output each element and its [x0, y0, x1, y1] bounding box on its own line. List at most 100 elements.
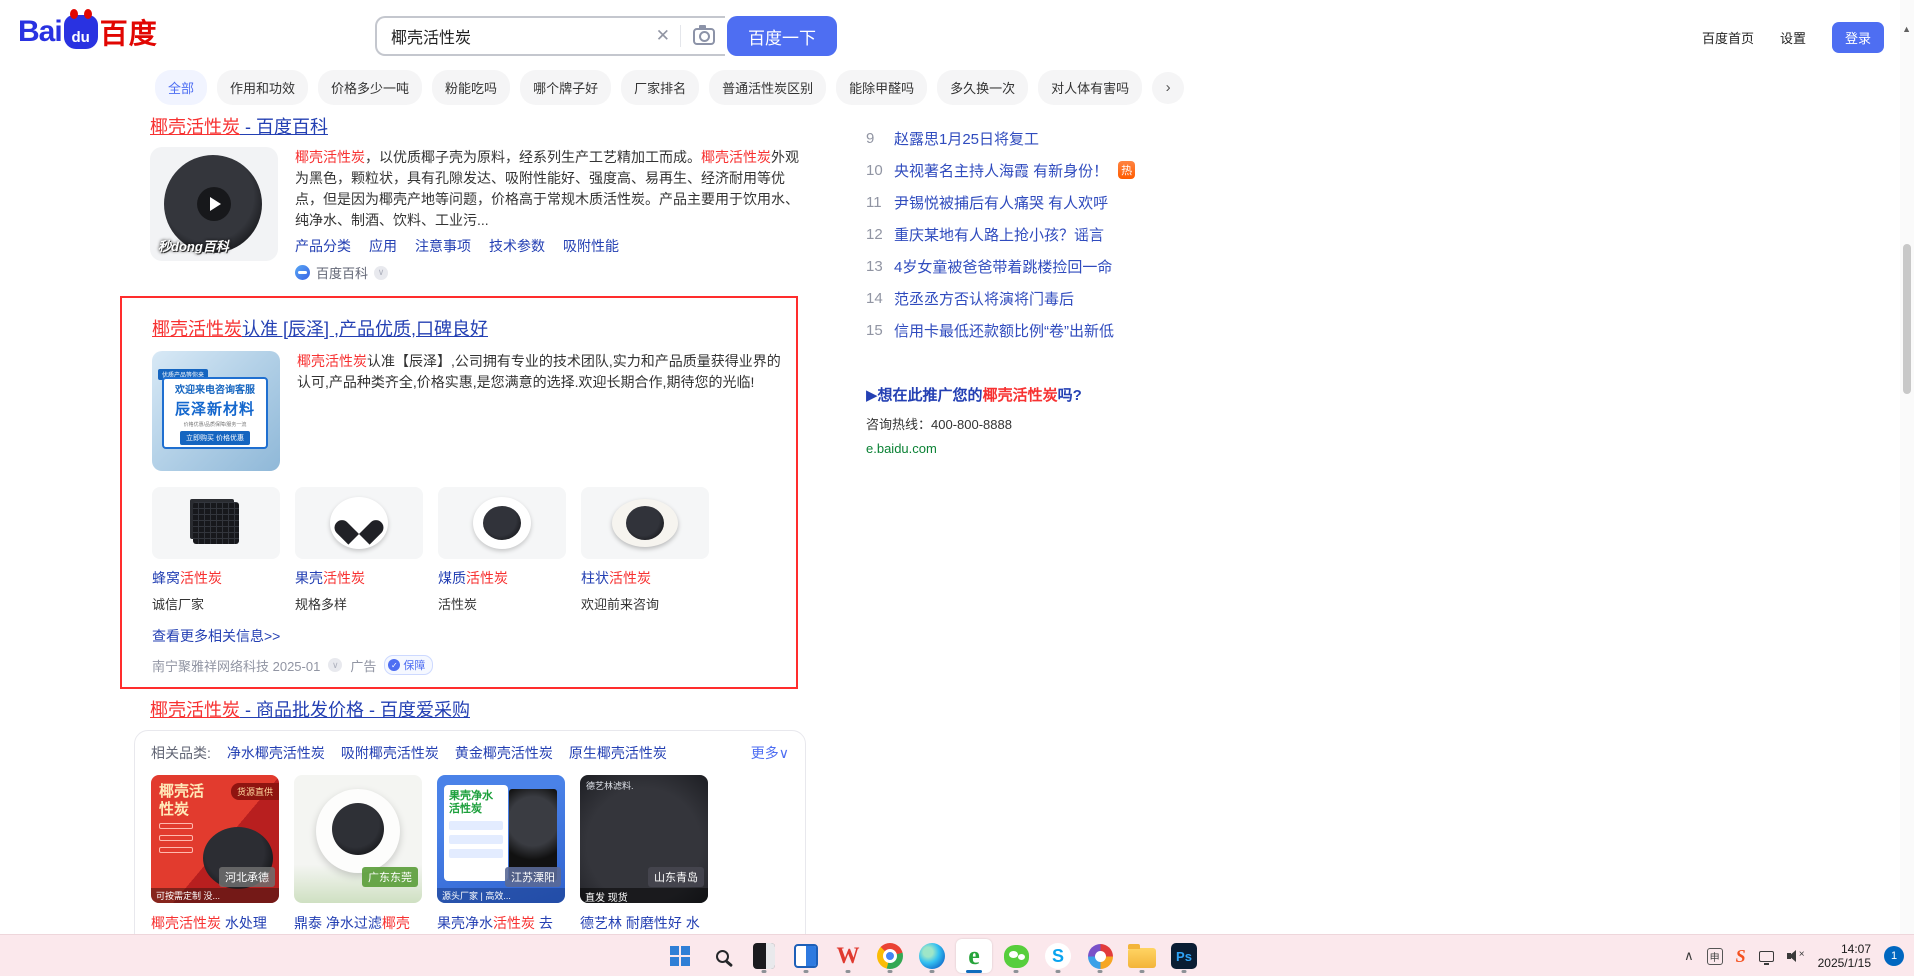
goods-card[interactable]: 广东东莞 鼎泰 净水过滤椰壳活性炭 多年经验 ...: [294, 775, 422, 956]
chevron-down-icon[interactable]: ∨: [374, 266, 388, 280]
guarantee-badge[interactable]: ✓ 保障: [384, 655, 433, 675]
source-row: 百度百科 ∨: [295, 263, 800, 282]
sitelink[interactable]: 吸附性能: [563, 236, 619, 256]
photoshop-icon[interactable]: Ps: [1166, 939, 1202, 973]
color-ring-app-icon[interactable]: [1082, 939, 1118, 973]
spec-panel: 果壳净水活性炭: [444, 785, 508, 881]
hot-item[interactable]: 12重庆某地有人路上抢小孩？谣言: [866, 218, 1186, 250]
goods-card[interactable]: 果壳净水活性炭 源头厂家 | 高效... 江苏溧阳 果壳净水活性炭 去除有害物质…: [437, 775, 565, 956]
source-name[interactable]: 百度百科: [316, 263, 368, 282]
video-thumbnail[interactable]: 秒dong百科: [150, 147, 278, 261]
nav-settings[interactable]: 设置: [1780, 28, 1806, 47]
nav-baidu-home[interactable]: 百度首页: [1702, 28, 1754, 47]
related-category[interactable]: 净水椰壳活性炭: [227, 743, 325, 763]
ad-thumbnail[interactable]: 优质产品等你来 欢迎来电咨询客服 辰泽新材料 价格优惠/品质保障/服务一流 立即…: [152, 351, 280, 471]
play-icon: [197, 187, 231, 221]
goods-image: 椰壳活性炭 货源直供 可按需定制 没... 河北承德: [151, 775, 279, 903]
search-tab[interactable]: 多久换一次: [937, 70, 1028, 105]
related-category[interactable]: 吸附椰壳活性炭: [341, 743, 439, 763]
result-title[interactable]: 椰壳活性炭 - 商品批发价格 - 百度爱采购: [150, 699, 800, 721]
ad-abstract: 椰壳活性炭认准【辰泽】,公司拥有专业的技术团队,实力和产品质量获得业界的认可,产…: [297, 351, 784, 471]
scrollbar-thumb[interactable]: [1903, 244, 1911, 394]
ad-label: 广告: [350, 656, 376, 675]
clear-search-icon[interactable]: ✕: [646, 26, 680, 46]
tabs-next-icon[interactable]: ›: [1152, 72, 1184, 104]
sitelink[interactable]: 应用: [369, 236, 397, 256]
ad-product-honeycomb[interactable]: 蜂窝活性炭 诚信厂家: [152, 487, 280, 613]
feature-line: [159, 847, 193, 853]
ad-source-name[interactable]: 南宁聚雅祥网络科技 2025-01: [152, 656, 320, 675]
ad-product-shell[interactable]: 果壳活性炭 规格多样: [295, 487, 423, 613]
scrollbar-up-icon[interactable]: ▲: [1902, 24, 1911, 34]
sitelink[interactable]: 技术参数: [489, 236, 545, 256]
start-icon[interactable]: [662, 939, 698, 973]
taskbar-clock[interactable]: 14:07 2025/1/15: [1818, 942, 1871, 970]
related-category[interactable]: 原生椰壳活性炭: [569, 743, 667, 763]
goods-image: 广东东莞: [294, 775, 422, 903]
speaker-muted-icon[interactable]: ×: [1787, 950, 1805, 962]
more-categories-link[interactable]: 更多∨: [751, 743, 789, 763]
ad-product-coal[interactable]: 煤质活性炭 活性炭: [438, 487, 566, 613]
search-tab[interactable]: 作用和功效: [217, 70, 308, 105]
hot-item[interactable]: 10央视著名主持人海霞 有新身份！热: [866, 154, 1186, 186]
notes-app-icon[interactable]: [746, 939, 782, 973]
ad-product-columnar[interactable]: 柱状活性炭 欢迎前来咨询: [581, 487, 709, 613]
feedback-chevron-icon[interactable]: ∨: [328, 658, 342, 672]
time: 14:07: [1818, 942, 1871, 956]
green-browser-icon[interactable]: e: [956, 939, 992, 973]
hot-item[interactable]: 134岁女童被爸爸带着跳楼捡回一命: [866, 250, 1186, 282]
promo-url[interactable]: e.baidu.com: [866, 441, 1082, 456]
date: 2025/1/15: [1818, 956, 1871, 970]
feature-line: [159, 823, 193, 829]
sitelink[interactable]: 产品分类: [295, 236, 351, 256]
tab-all[interactable]: 全部: [155, 70, 207, 105]
search-tab[interactable]: 能除甲醛吗: [836, 70, 927, 105]
search-tab[interactable]: 普通活性炭区别: [709, 70, 826, 105]
aicaigou-card: 相关品类: 净水椰壳活性炭 吸附椰壳活性炭 黄金椰壳活性炭 原生椰壳活性炭 更多…: [134, 730, 806, 967]
search-icon[interactable]: [704, 939, 740, 973]
ad-title[interactable]: 椰壳活性炭认准 [辰泽] ,产品优质,口碑良好: [152, 318, 784, 340]
monitor-icon[interactable]: [1759, 951, 1774, 962]
file-explorer-icon[interactable]: [1124, 939, 1160, 973]
search-input[interactable]: [391, 27, 646, 45]
panes-app-icon[interactable]: [788, 939, 824, 973]
result-title[interactable]: 椰壳活性炭 - 百度百科: [150, 116, 800, 138]
goods-card[interactable]: 德艺林滤料. 直发 现货 山东青岛 德艺林 耐磨性好 水处理滤料 椰壳活...: [580, 775, 708, 956]
search-tab[interactable]: 厂家排名: [621, 70, 699, 105]
ad-result-highlight-box: 椰壳活性炭认准 [辰泽] ,产品优质,口碑良好 优质产品等你来 欢迎来电咨询客服…: [120, 296, 798, 689]
sogou-input-icon[interactable]: S: [1736, 946, 1746, 967]
login-button[interactable]: 登录: [1832, 22, 1884, 53]
carbon-pile-image: [332, 803, 384, 855]
chrome-icon[interactable]: [872, 939, 908, 973]
top-nav: 百度首页 设置 登录: [1702, 22, 1884, 53]
skype-icon[interactable]: S: [1040, 939, 1076, 973]
notification-badge[interactable]: 1: [1884, 946, 1904, 966]
promotion-block: ▶想在此推广您的椰壳活性炭吗? 咨询热线：400-800-8888 e.baid…: [866, 384, 1082, 456]
hot-item[interactable]: 15信用卡最低还款额比例“卷”出新低: [866, 314, 1186, 346]
baidu-logo[interactable]: Bai du 百度: [18, 12, 158, 52]
chevron-up-icon[interactable]: ∧: [1684, 948, 1694, 964]
goods-image: 德艺林滤料. 直发 现货 山东青岛: [580, 775, 708, 903]
camera-search-icon[interactable]: [693, 28, 715, 45]
goods-card[interactable]: 椰壳活性炭 货源直供 可按需定制 没... 河北承德 椰壳活性炭 水处理 吸附过…: [151, 775, 279, 956]
search-button[interactable]: 百度一下: [727, 16, 837, 56]
search-tab[interactable]: 价格多少一吨: [318, 70, 422, 105]
product-image: [295, 487, 423, 559]
hot-item[interactable]: 9赵露思1月25日将复工: [866, 122, 1186, 154]
windows-taskbar: W e S Ps ∧ 申 S × 14:07 2025/1/15 1: [0, 934, 1914, 976]
search-tab[interactable]: 粉能吃吗: [432, 70, 510, 105]
search-tab[interactable]: 哪个牌子好: [520, 70, 611, 105]
hot-item[interactable]: 14范丞丞方否认将演将门毒后: [866, 282, 1186, 314]
hot-item[interactable]: 11尹锡悦被捕后有人痛哭 有人欢呼: [866, 186, 1186, 218]
scrollbar-track[interactable]: [1900, 0, 1914, 934]
wechat-icon[interactable]: [998, 939, 1034, 973]
location-badge: 山东青岛: [648, 867, 704, 887]
sitelink[interactable]: 注意事项: [415, 236, 471, 256]
promo-headline[interactable]: ▶想在此推广您的椰壳活性炭吗?: [866, 384, 1082, 405]
related-category[interactable]: 黄金椰壳活性炭: [455, 743, 553, 763]
edge-icon[interactable]: [914, 939, 950, 973]
more-related-link[interactable]: 查看更多相关信息>>: [152, 626, 784, 646]
wps-icon[interactable]: W: [830, 939, 866, 973]
ime-icon[interactable]: 申: [1707, 948, 1723, 965]
search-tab[interactable]: 对人体有害吗: [1038, 70, 1142, 105]
